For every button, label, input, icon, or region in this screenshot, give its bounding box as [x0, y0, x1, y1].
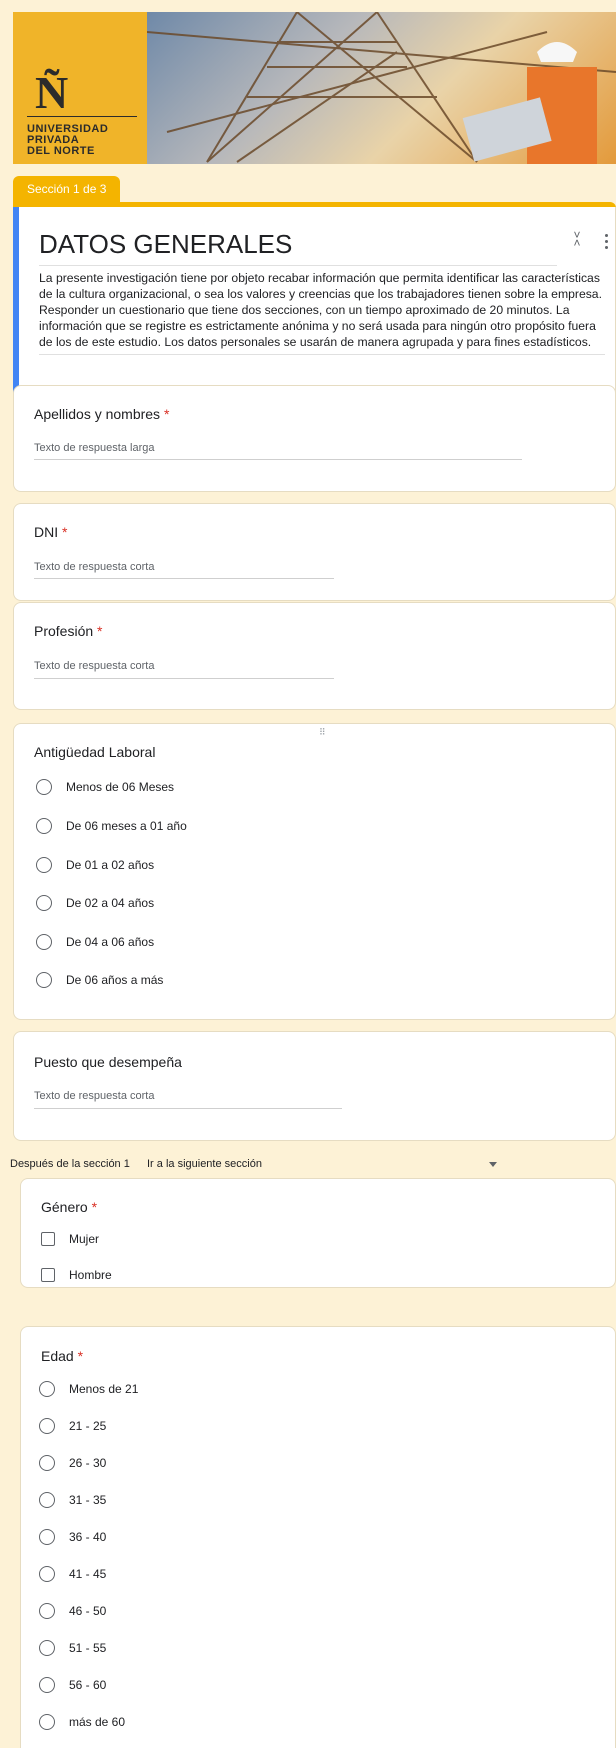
- radio-icon[interactable]: [36, 895, 52, 911]
- question-title: Puesto que desempeña: [34, 1054, 182, 1070]
- radio-option[interactable]: De 06 años a más: [36, 970, 163, 990]
- question-title: Género *: [41, 1199, 98, 1215]
- question-card-antiguedad[interactable]: ⠿ Antigüedad Laboral Menos de 06 Meses D…: [13, 723, 616, 1020]
- logo-letter: Ñ: [35, 67, 69, 118]
- radio-icon[interactable]: [39, 1640, 55, 1656]
- option-label: 36 - 40: [69, 1530, 107, 1544]
- banner-photo: [147, 12, 616, 164]
- checkbox-icon[interactable]: [41, 1232, 55, 1246]
- radio-icon[interactable]: [39, 1492, 55, 1508]
- section-title[interactable]: DATOS GENERALES: [39, 229, 292, 260]
- question-title: Edad *: [41, 1348, 84, 1364]
- radio-option[interactable]: 41 - 45: [39, 1564, 106, 1584]
- answer-underline: [34, 459, 522, 460]
- logo-divider: [27, 116, 137, 117]
- question-title: Apellidos y nombres *: [34, 406, 170, 422]
- option-label: 56 - 60: [69, 1678, 107, 1692]
- option-label: 21 - 25: [69, 1419, 107, 1433]
- radio-option[interactable]: De 02 a 04 años: [36, 893, 154, 913]
- radio-option[interactable]: 36 - 40: [39, 1527, 106, 1547]
- radio-icon[interactable]: [39, 1529, 55, 1545]
- answer-placeholder[interactable]: Texto de respuesta corta: [34, 561, 154, 573]
- section-header-card[interactable]: DATOS GENERALES ˅ ˄ La presente investiga…: [13, 207, 616, 405]
- question-title: DNI *: [34, 524, 68, 540]
- option-label: más de 60: [69, 1715, 126, 1729]
- question-card-profesion[interactable]: Profesión * Texto de respuesta corta: [13, 602, 616, 710]
- option-label: 41 - 45: [69, 1567, 107, 1581]
- question-title: Antigüedad Laboral: [34, 744, 156, 760]
- radio-option[interactable]: De 01 a 02 años: [36, 855, 154, 875]
- option-label: De 06 meses a 01 año: [66, 819, 187, 833]
- radio-option[interactable]: 21 - 25: [39, 1416, 106, 1436]
- question-card-apellidos[interactable]: Apellidos y nombres * Texto de respuesta…: [13, 385, 616, 492]
- answer-placeholder[interactable]: Texto de respuesta larga: [34, 442, 154, 454]
- option-label: 26 - 30: [69, 1456, 107, 1470]
- radio-icon[interactable]: [39, 1418, 55, 1434]
- radio-icon[interactable]: [39, 1603, 55, 1619]
- title-underline: [39, 265, 557, 266]
- question-card-genero[interactable]: Género * Mujer Hombre: [20, 1178, 616, 1288]
- form-header-banner: Ñ UNIVERSIDAD PRIVADA DEL NORTE: [13, 12, 616, 164]
- radio-icon[interactable]: [39, 1677, 55, 1693]
- radio-option[interactable]: 31 - 35: [39, 1490, 106, 1510]
- logo-text: UNIVERSIDAD PRIVADA DEL NORTE: [27, 124, 108, 157]
- question-card-puesto[interactable]: Puesto que desempeña Texto de respuesta …: [13, 1031, 616, 1141]
- radio-option[interactable]: De 04 a 06 años: [36, 932, 154, 952]
- radio-option[interactable]: Menos de 06 Meses: [36, 777, 174, 797]
- option-label: De 02 a 04 años: [66, 896, 155, 910]
- answer-underline: [34, 578, 334, 579]
- option-label: De 06 años a más: [66, 973, 164, 987]
- option-label: Mujer: [69, 1232, 100, 1246]
- radio-icon[interactable]: [39, 1566, 55, 1582]
- section-indicator: Sección 1 de 3: [13, 176, 121, 202]
- checkbox-option[interactable]: Mujer: [41, 1229, 99, 1249]
- option-label: De 04 a 06 años: [66, 935, 155, 949]
- checkbox-option[interactable]: Hombre: [41, 1265, 112, 1285]
- radio-icon[interactable]: [36, 934, 52, 950]
- after-section-label: Después de la sección 1: [10, 1158, 130, 1170]
- question-card-edad[interactable]: Edad * Menos de 21 21 - 25 26 - 30 31 - …: [20, 1326, 616, 1748]
- collapse-icon[interactable]: ˅ ˄: [569, 229, 585, 251]
- option-label: Menos de 21: [69, 1382, 139, 1396]
- checkbox-icon[interactable]: [41, 1268, 55, 1282]
- description-underline: [39, 354, 605, 355]
- option-label: Menos de 06 Meses: [66, 780, 175, 794]
- answer-underline: [34, 678, 334, 679]
- radio-option[interactable]: 26 - 30: [39, 1453, 106, 1473]
- option-label: De 01 a 02 años: [66, 858, 155, 872]
- logo-line-3: DEL NORTE: [27, 145, 95, 157]
- radio-option[interactable]: 46 - 50: [39, 1601, 106, 1621]
- radio-icon[interactable]: [39, 1455, 55, 1471]
- radio-icon[interactable]: [36, 818, 52, 834]
- after-section-navigation[interactable]: Después de la sección 1 Ir a la siguient…: [10, 1153, 616, 1175]
- section-description[interactable]: La presente investigación tiene por obje…: [39, 270, 609, 350]
- drag-handle-icon[interactable]: ⠿: [319, 727, 327, 738]
- radio-icon[interactable]: [36, 857, 52, 873]
- radio-option[interactable]: De 06 meses a 01 año: [36, 816, 187, 836]
- option-label: 31 - 35: [69, 1493, 107, 1507]
- radio-option[interactable]: 51 - 55: [39, 1638, 106, 1658]
- option-label: 51 - 55: [69, 1641, 107, 1655]
- radio-icon[interactable]: [36, 972, 52, 988]
- radio-icon[interactable]: [39, 1381, 55, 1397]
- answer-underline: [34, 1108, 342, 1109]
- option-label: 46 - 50: [69, 1604, 107, 1618]
- dropdown-caret-icon[interactable]: [489, 1162, 497, 1167]
- radio-option[interactable]: más de 60: [39, 1712, 125, 1732]
- university-logo: Ñ UNIVERSIDAD PRIVADA DEL NORTE: [13, 12, 147, 164]
- after-section-select[interactable]: Ir a la siguiente sección: [147, 1153, 262, 1175]
- radio-option[interactable]: Menos de 21: [39, 1379, 138, 1399]
- question-title: Profesión *: [34, 623, 103, 639]
- radio-option[interactable]: 56 - 60: [39, 1675, 106, 1695]
- answer-placeholder[interactable]: Texto de respuesta corta: [34, 1090, 154, 1102]
- radio-icon[interactable]: [36, 779, 52, 795]
- more-options-icon[interactable]: [601, 231, 611, 253]
- radio-icon[interactable]: [39, 1714, 55, 1730]
- answer-placeholder[interactable]: Texto de respuesta corta: [34, 660, 154, 672]
- option-label: Hombre: [69, 1268, 112, 1282]
- question-card-dni[interactable]: DNI * Texto de respuesta corta: [13, 503, 616, 601]
